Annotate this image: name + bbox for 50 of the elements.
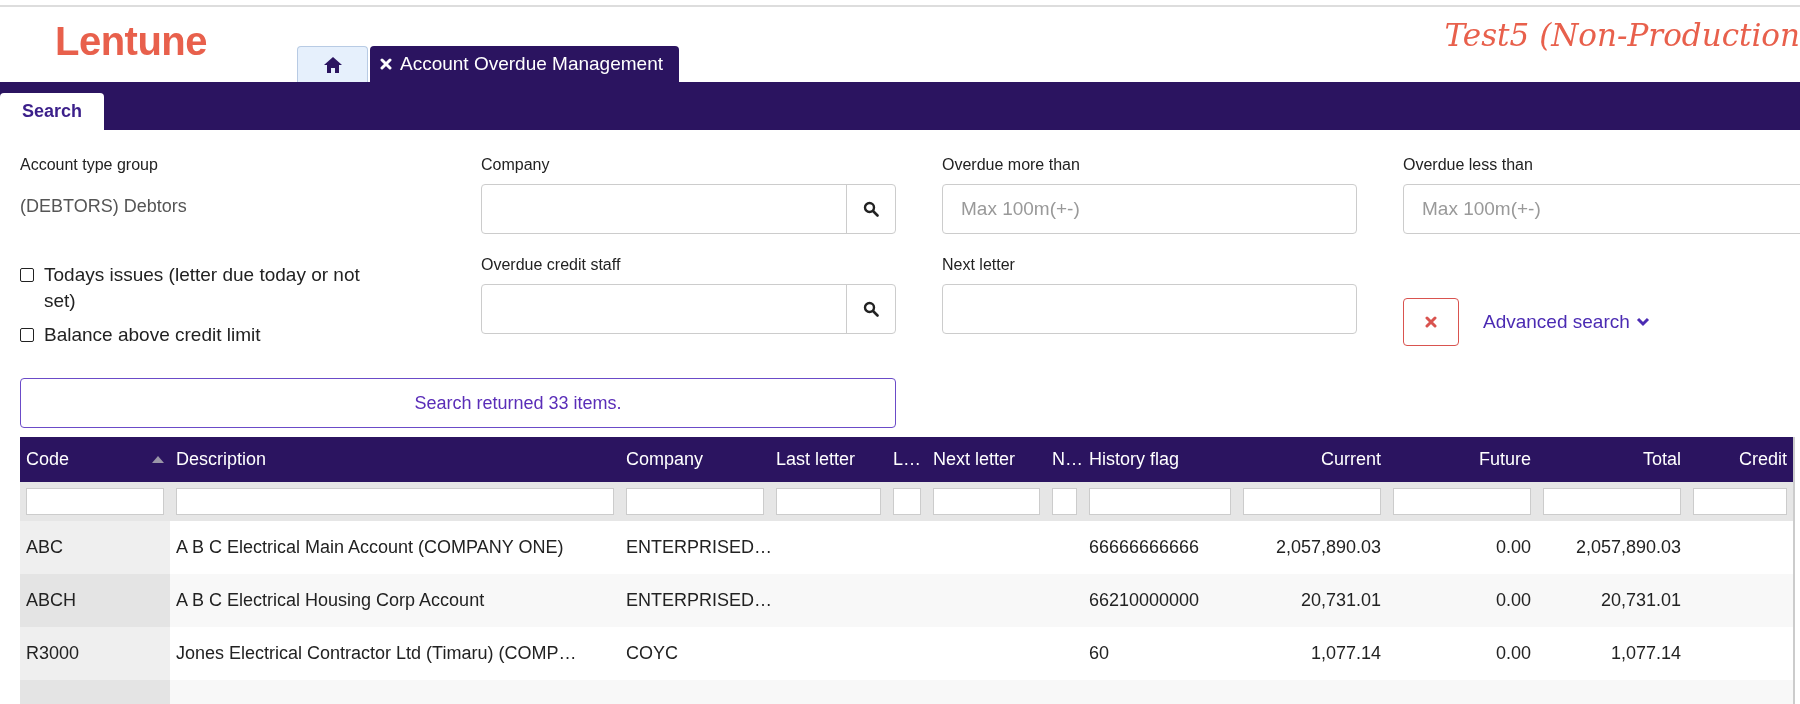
column-header[interactable]: Company [620,437,770,482]
field-label: Overdue credit staff [481,256,622,274]
column-header[interactable]: Total [1537,437,1687,482]
table-cell-text: 60 [1088,642,1111,665]
column-header[interactable]: Code [20,437,170,482]
column-header[interactable]: L… [887,437,927,482]
table-cell-text: 0.00 [1494,589,1532,612]
table-cell-text: 1,077.14 [1609,642,1682,665]
search-tab[interactable]: Search [0,93,105,130]
column-header[interactable]: Next letter [927,437,1046,482]
table-cell-text: ENTERPRISED… [625,589,770,612]
result-message: Search returned 33 items. [20,378,896,428]
table-cell-text: 0.00 [1494,536,1532,559]
table-cell-text: A B C Electrical Housing Corp Account [175,589,486,612]
table-cell-text: 0.00 [1494,642,1532,665]
column-header[interactable]: Description [170,437,620,482]
table-row[interactable]: ABCH A B C Electrical Housing Corp Account ENTERPRISED… 66210000000 20,731.01 0.00 20,731.01 [20,574,1793,627]
table-cell-text: 1,077.14 [1309,642,1382,665]
table-cell-text: ENTERPRISED… [625,536,770,559]
table-cell-text: Jones Electrical Contractor Ltd (Timaru) (COMP… [175,642,578,665]
field-label: Company [481,156,551,174]
table-cell-text: 66666666666 [1088,536,1201,559]
field-label: Overdue more than [942,156,1081,174]
column-header[interactable]: Future [1387,437,1537,482]
table-cell-text: COYC [625,642,679,665]
checkbox-option[interactable]: Todays issues (letter due today or not set) [20,262,360,314]
column-header[interactable]: Current [1237,437,1387,482]
advanced-search-link[interactable]: Advanced search [1483,310,1650,333]
table-cell-text: 2,057,890.03 [1274,536,1382,559]
table-cell-text: 66210000000 [1088,589,1201,612]
column-header[interactable]: Credit [1687,437,1793,482]
logo: Lentune [55,19,209,64]
table-cell-text: 20,731.01 [1299,589,1382,612]
field-label: Account type group [20,156,159,174]
column-header[interactable]: History flag [1083,437,1237,482]
page-tab[interactable]: Account Overdue Management [370,46,679,82]
table-cell-text: A B C Electrical Main Account (COMPANY ONE) [175,536,565,559]
input-field[interactable]: Max 100m(+-) [942,184,1357,234]
column-header[interactable]: Last letter [770,437,887,482]
account-type-value: (DEBTORS) Debtors [20,196,188,217]
checkbox-option[interactable]: Balance above credit limit [20,322,360,348]
table-cell: ABC [20,521,170,574]
table-cell-text: 2,057,890.03 [1574,536,1682,559]
field-label: Next letter [942,256,1016,274]
input-field[interactable]: Max 100m(+-) [1403,184,1800,234]
table-cell-text: 20,731.01 [1599,589,1682,612]
column-header[interactable]: N… [1046,437,1083,482]
table-cell: ABCH [20,574,170,627]
table-cell: R3000 [20,627,170,680]
field-label: Overdue less than [1403,156,1534,174]
